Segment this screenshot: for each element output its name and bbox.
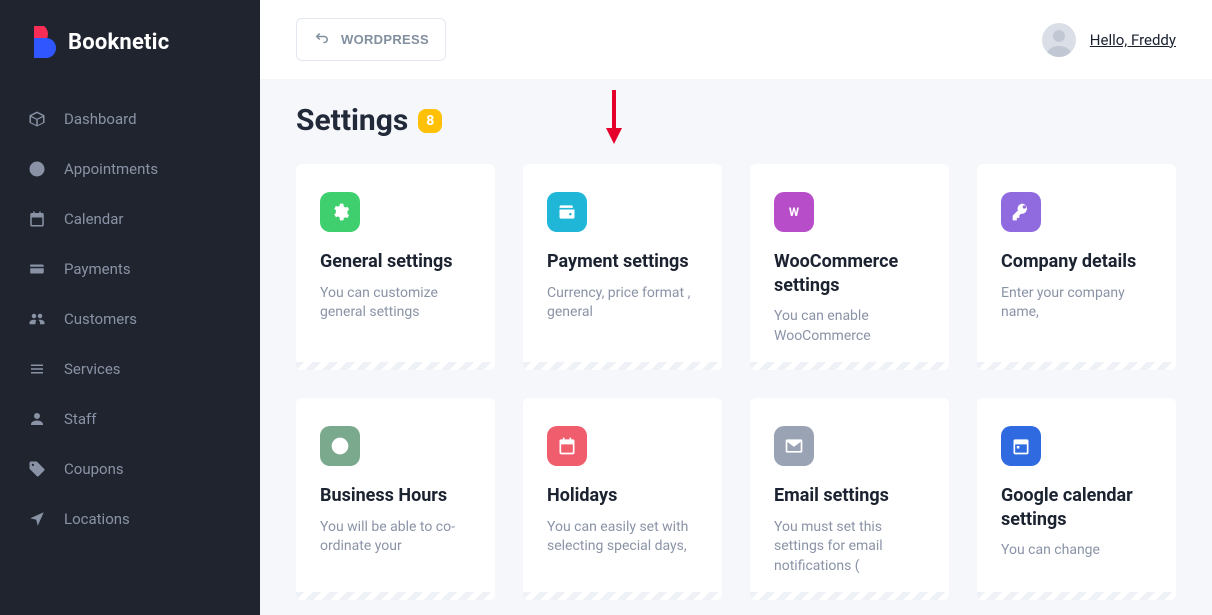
sidebar-item-label: Dashboard (64, 110, 137, 128)
clock-icon (28, 160, 46, 178)
card-business-hours[interactable]: Business Hours You will be able to co-or… (296, 398, 495, 600)
card-title: Business Hours (320, 484, 471, 507)
wordpress-label: WORDPRESS (341, 32, 429, 47)
sidebar-item-label: Coupons (64, 460, 124, 478)
card-title: Holidays (547, 484, 698, 507)
sidebar-item-label: Payments (64, 260, 131, 278)
card-desc: You will be able to co-ordinate your (320, 518, 471, 557)
content: Settings 8 General settings You can cust… (260, 79, 1212, 615)
card-desc: You can easily set with selecting specia… (547, 518, 698, 557)
card-desc: You can customize general settings (320, 284, 471, 323)
sidebar-item-label: Appointments (64, 160, 158, 178)
card-desc: Enter your company name, (1001, 284, 1152, 323)
sidebar-item-label: Calendar (64, 210, 124, 228)
user-area[interactable]: Hello, Freddy (1042, 23, 1176, 57)
sidebar: Booknetic Dashboard Appointments Calenda… (0, 0, 260, 615)
sidebar-item-payments[interactable]: Payments (0, 244, 260, 294)
users-icon (28, 310, 46, 328)
clock-icon (320, 426, 360, 466)
sidebar-item-calendar[interactable]: Calendar (0, 194, 260, 244)
sidebar-item-customers[interactable]: Customers (0, 294, 260, 344)
key-icon (1001, 192, 1041, 232)
card-title: Payment settings (547, 250, 698, 273)
card-desc: You must set this settings for email not… (774, 518, 925, 577)
sidebar-item-coupons[interactable]: Coupons (0, 444, 260, 494)
card-title: Google calendar settings (1001, 484, 1152, 531)
card-google-calendar-settings[interactable]: Google calendar settings You can change (977, 398, 1176, 600)
box-icon (28, 110, 46, 128)
brand: Booknetic (0, 0, 260, 76)
mail-icon (774, 426, 814, 466)
topbar: WORDPRESS Hello, Freddy (260, 0, 1212, 79)
wordpress-back-button[interactable]: WORDPRESS (296, 18, 446, 61)
sidebar-item-label: Locations (64, 510, 130, 528)
calendar-grid-icon (1001, 426, 1041, 466)
tag-icon (28, 460, 46, 478)
greeting: Hello, Freddy (1090, 31, 1176, 49)
card-general-settings[interactable]: General settings You can customize gener… (296, 164, 495, 370)
main: WORDPRESS Hello, Freddy Settings 8 Ge (260, 0, 1212, 615)
card-company-details[interactable]: Company details Enter your company name, (977, 164, 1176, 370)
card-desc: You can enable WooCommerce (774, 307, 925, 346)
sidebar-item-services[interactable]: Services (0, 344, 260, 394)
brand-name: Booknetic (68, 30, 169, 55)
calendar-icon (28, 210, 46, 228)
user-icon (28, 410, 46, 428)
sidebar-item-label: Customers (64, 310, 137, 328)
sidebar-item-label: Staff (64, 410, 96, 428)
wallet-icon (547, 192, 587, 232)
sidebar-item-appointments[interactable]: Appointments (0, 144, 260, 194)
wallet-icon (28, 260, 46, 278)
settings-grid: General settings You can customize gener… (296, 164, 1176, 600)
gear-icon (320, 192, 360, 232)
card-title: Email settings (774, 484, 925, 507)
calendar-icon (547, 426, 587, 466)
sidebar-item-dashboard[interactable]: Dashboard (0, 94, 260, 144)
sidebar-item-staff[interactable]: Staff (0, 394, 260, 444)
sidebar-item-locations[interactable]: Locations (0, 494, 260, 544)
card-desc: You can change (1001, 541, 1152, 561)
card-desc: Currency, price format , general (547, 284, 698, 323)
brand-logo-icon (28, 26, 56, 58)
svg-text:W: W (789, 205, 800, 219)
sidebar-nav: Dashboard Appointments Calendar Payments (0, 76, 260, 544)
page-title: Settings (296, 103, 408, 138)
card-email-settings[interactable]: Email settings You must set this setting… (750, 398, 949, 600)
card-payment-settings[interactable]: Payment settings Currency, price format … (523, 164, 722, 370)
page-title-row: Settings 8 (296, 103, 1176, 138)
card-holidays[interactable]: Holidays You can easily set with selecti… (523, 398, 722, 600)
card-woocommerce-settings[interactable]: W WooCommerce settings You can enable Wo… (750, 164, 949, 370)
card-title: WooCommerce settings (774, 250, 925, 297)
page-badge: 8 (418, 109, 442, 133)
back-arrow-icon (313, 29, 331, 50)
woocommerce-icon: W (774, 192, 814, 232)
card-title: General settings (320, 250, 471, 273)
list-icon (28, 360, 46, 378)
sidebar-item-label: Services (64, 360, 121, 378)
location-arrow-icon (28, 510, 46, 528)
avatar (1042, 23, 1076, 57)
card-title: Company details (1001, 250, 1152, 273)
